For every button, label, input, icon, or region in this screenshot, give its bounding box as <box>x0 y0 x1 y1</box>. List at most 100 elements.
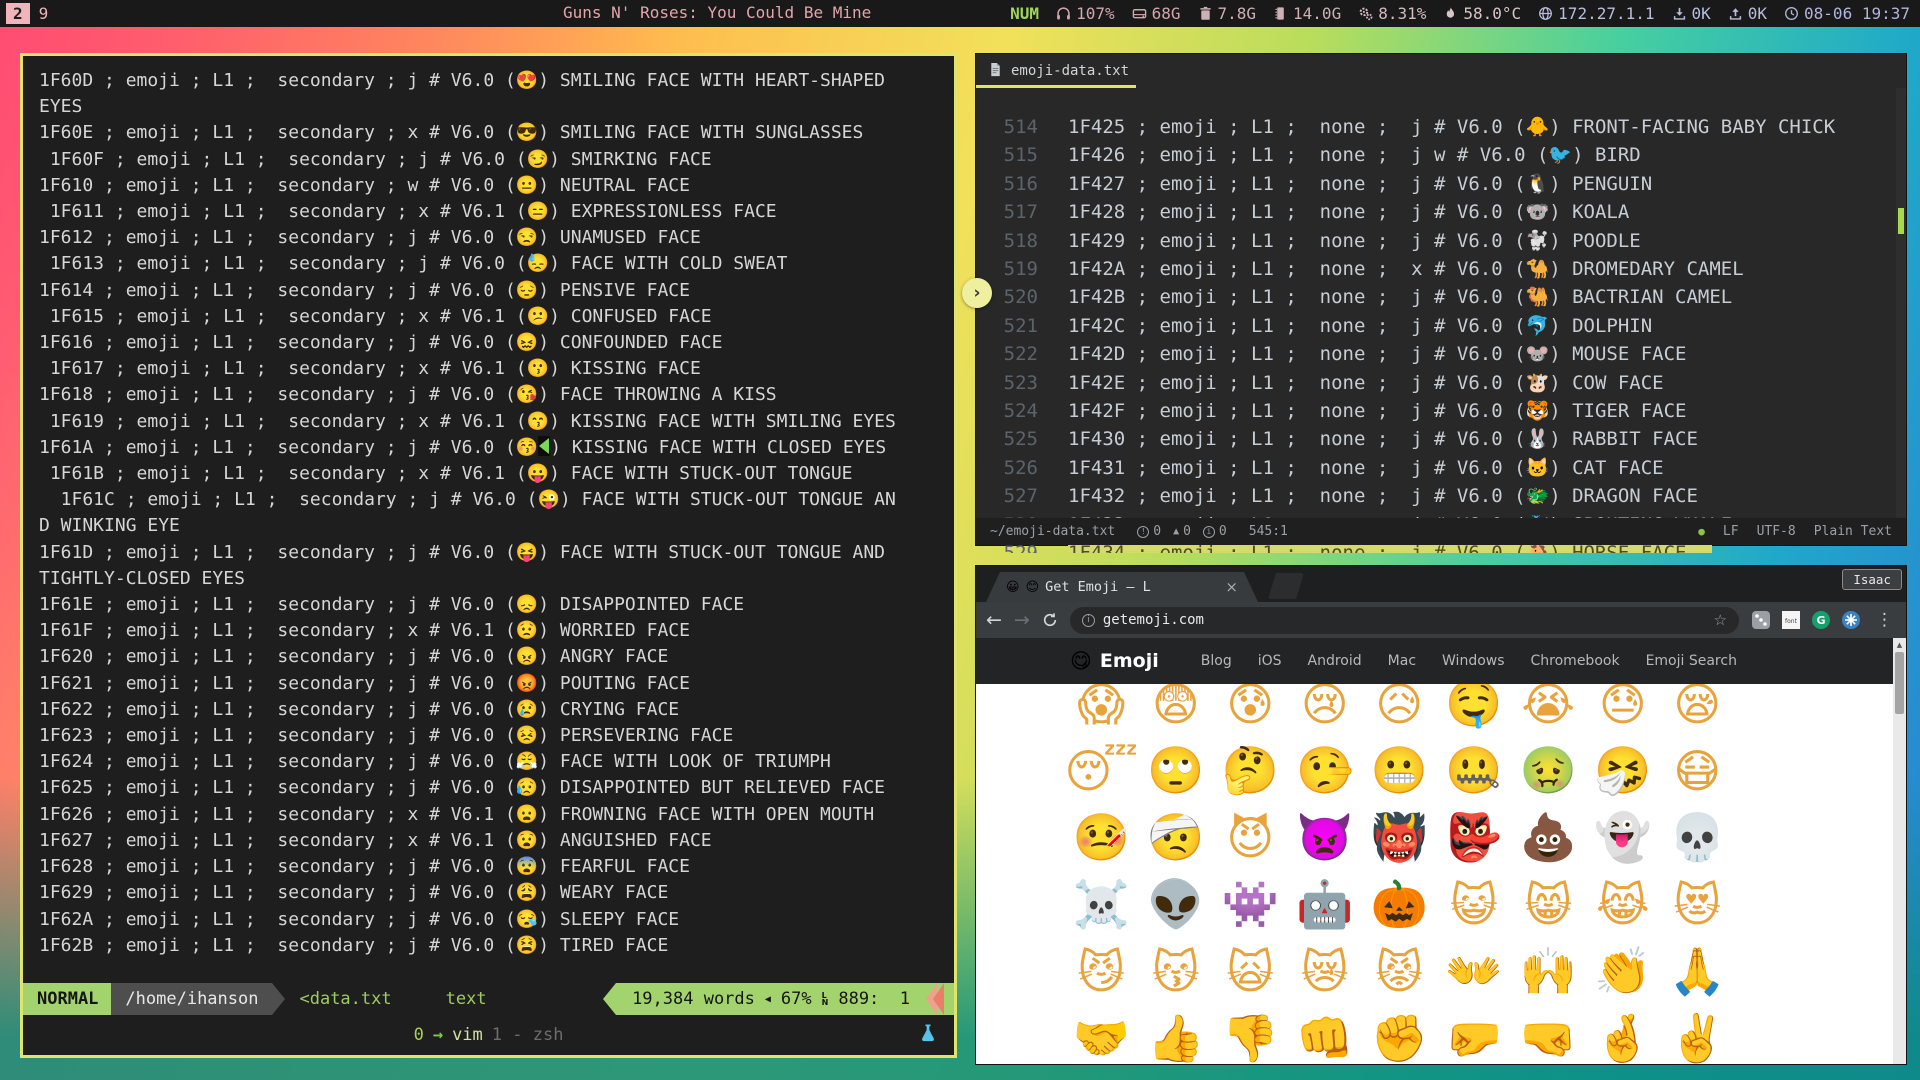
emoji-item[interactable]: 🤔 <box>1213 737 1288 804</box>
eol-type[interactable]: LF <box>1723 524 1739 539</box>
emoji-item[interactable]: 😈 <box>1213 804 1288 871</box>
nav-link-mac[interactable]: Mac <box>1388 653 1416 669</box>
bookmark-star-icon[interactable]: ☆ <box>1714 611 1727 629</box>
emoji-item[interactable]: 😽 <box>1139 938 1214 1005</box>
dice-extension-icon[interactable] <box>1751 610 1771 630</box>
terminal-line: D WINKING EYE <box>39 513 938 539</box>
emoji-item[interactable]: ✊ <box>1362 1005 1437 1064</box>
emoji-item[interactable]: 👿 <box>1288 804 1363 871</box>
emoji-item[interactable]: ☠️ <box>1064 871 1139 938</box>
emoji-item[interactable]: 🤧 <box>1586 737 1661 804</box>
emoji-item[interactable]: 🙌 <box>1511 938 1586 1005</box>
emoji-item[interactable]: 🤖 <box>1288 871 1363 938</box>
browser-tab-strip: 😀 😊 Get Emoji — L × Isaac <box>976 566 1906 602</box>
emoji-item[interactable]: 🤐 <box>1437 737 1512 804</box>
emoji-item[interactable]: 😴 <box>1064 737 1139 804</box>
emoji-item[interactable]: 🤢 <box>1511 737 1586 804</box>
terminal-line: 1F610 ; emoji ; L1 ; secondary ; w # V6.… <box>39 173 938 199</box>
emoji-item[interactable]: 👽 <box>1139 871 1214 938</box>
emoji-item[interactable]: 😺 <box>1437 871 1512 938</box>
emoji-item[interactable]: 💀 <box>1660 804 1735 871</box>
status-item: 7.8G <box>1198 4 1257 23</box>
terminal-window[interactable]: 1F60D ; emoji ; L1 ; secondary ; j # V6.… <box>20 53 957 1058</box>
emoji-item[interactable]: 🙀 <box>1213 938 1288 1005</box>
emoji-item[interactable]: 🙄 <box>1139 737 1214 804</box>
emoji-item[interactable]: 🤞 <box>1586 1005 1661 1064</box>
browser-tab[interactable]: 😀 😊 Get Emoji — L × <box>986 572 1258 602</box>
editor-text-area[interactable]: 5141F425 ; emoji ; L1 ; none ; j # V6.0 … <box>976 88 1906 539</box>
nav-link-emoji-search[interactable]: Emoji Search <box>1646 653 1737 669</box>
browser-window[interactable]: 😀 😊 Get Emoji — L × Isaac ← → i getemoji… <box>975 565 1907 1065</box>
emoji-item[interactable]: 👻 <box>1586 804 1661 871</box>
blue-circle-extension-icon[interactable] <box>1841 610 1861 630</box>
page-scrollbar[interactable]: ▲ <box>1893 638 1906 1064</box>
editor-scrollbar[interactable] <box>1896 88 1906 518</box>
back-button[interactable]: ← <box>986 611 1002 630</box>
syntax-mode[interactable]: Plain Text <box>1814 524 1892 539</box>
new-tab-button[interactable] <box>1268 573 1304 599</box>
emoji-item[interactable]: 😻 <box>1660 871 1735 938</box>
emoji-item[interactable]: 🎃 <box>1362 871 1437 938</box>
emoji-item[interactable]: 😹 <box>1586 871 1661 938</box>
emoji-item[interactable]: 👐 <box>1437 938 1512 1005</box>
font-extension-icon[interactable]: font <box>1781 610 1801 630</box>
editor-tab[interactable]: emoji-data.txt <box>976 54 1151 88</box>
workspace-other[interactable]: 9 <box>39 4 49 23</box>
nav-link-windows[interactable]: Windows <box>1442 653 1505 669</box>
tmux-other-window[interactable]: 1 - zsh <box>492 1025 564 1045</box>
emoji-item[interactable]: 👺 <box>1437 804 1512 871</box>
emoji-item[interactable]: 🙏 <box>1660 938 1735 1005</box>
emoji-item[interactable]: 😷 <box>1660 737 1735 804</box>
site-info-icon[interactable]: i <box>1082 614 1095 627</box>
emoji-item[interactable]: 👍 <box>1139 1005 1214 1064</box>
scrollbar-thumb[interactable] <box>1898 208 1904 234</box>
emoji-item[interactable]: 😿 <box>1288 938 1363 1005</box>
emoji-item[interactable]: 😼 <box>1064 938 1139 1005</box>
emoji-item[interactable]: 😾 <box>1362 938 1437 1005</box>
emoji-item[interactable]: 🤒 <box>1064 804 1139 871</box>
status-value: 68G <box>1152 4 1181 23</box>
green-circle-extension-icon[interactable]: G <box>1811 610 1831 630</box>
nav-link-ios[interactable]: iOS <box>1258 653 1282 669</box>
editor-line: 5271F432 ; emoji ; L1 ; none ; j # V6.0 … <box>990 482 1906 510</box>
browser-menu-icon[interactable]: ⋮ <box>1873 610 1896 630</box>
tmux-active-window[interactable]: vim <box>452 1025 483 1045</box>
emoji-item[interactable]: 🤜 <box>1511 1005 1586 1064</box>
emoji-item[interactable]: 🤝 <box>1064 1005 1139 1064</box>
emoji-item[interactable]: 😸 <box>1511 871 1586 938</box>
powerline-separator-icon <box>603 983 616 1015</box>
emoji-item[interactable]: 😬 <box>1362 737 1437 804</box>
active-tab-underline <box>976 85 1136 88</box>
emoji-item[interactable]: 👊 <box>1288 1005 1363 1064</box>
emoji-item[interactable]: 🤥 <box>1288 737 1363 804</box>
emoji-item[interactable]: 👹 <box>1362 804 1437 871</box>
close-tab-icon[interactable]: × <box>1225 578 1238 596</box>
emoji-item[interactable]: 💩 <box>1511 804 1586 871</box>
tmux-window-index[interactable]: 0 <box>414 1025 424 1045</box>
emoji-item[interactable]: 👎 <box>1213 1005 1288 1064</box>
emoji-item[interactable]: 🤛 <box>1437 1005 1512 1064</box>
workspace-active[interactable]: 2 <box>6 3 30 24</box>
encoding[interactable]: UTF-8 <box>1757 524 1796 539</box>
clock-icon <box>1784 6 1799 21</box>
site-logo[interactable]: 😋 Emoji <box>1070 649 1159 673</box>
nav-link-chromebook[interactable]: Chromebook <box>1531 653 1620 669</box>
scroll-up-arrow-icon[interactable]: ▲ <box>1893 638 1906 651</box>
emoji-item[interactable]: 👏 <box>1586 938 1661 1005</box>
line-text: 1F429 ; emoji ; L1 ; none ; j # V6.0 (🐩)… <box>1068 227 1641 255</box>
emoji-item[interactable]: 👾 <box>1213 871 1288 938</box>
tab-title: Get Emoji — L <box>1045 579 1219 595</box>
expand-panel-button[interactable]: › <box>962 278 992 308</box>
emoji-item[interactable]: 🤕 <box>1139 804 1214 871</box>
address-bar[interactable]: i getemoji.com ☆ <box>1070 607 1739 634</box>
browser-profile-chip[interactable]: Isaac <box>1842 569 1902 590</box>
nav-link-blog[interactable]: Blog <box>1201 653 1232 669</box>
editor-line: 5171F428 ; emoji ; L1 ; none ; j # V6.0 … <box>990 198 1906 226</box>
url-text[interactable]: getemoji.com <box>1103 612 1204 628</box>
scrollbar-thumb[interactable] <box>1895 652 1904 714</box>
text-editor-window[interactable]: emoji-data.txt 5141F425 ; emoji ; L1 ; n… <box>975 53 1907 546</box>
nav-link-android[interactable]: Android <box>1308 653 1362 669</box>
reload-button[interactable] <box>1042 612 1058 628</box>
terminal-line: TIGHTLY-CLOSED EYES <box>39 566 938 592</box>
emoji-item[interactable]: ✌️ <box>1660 1005 1735 1064</box>
